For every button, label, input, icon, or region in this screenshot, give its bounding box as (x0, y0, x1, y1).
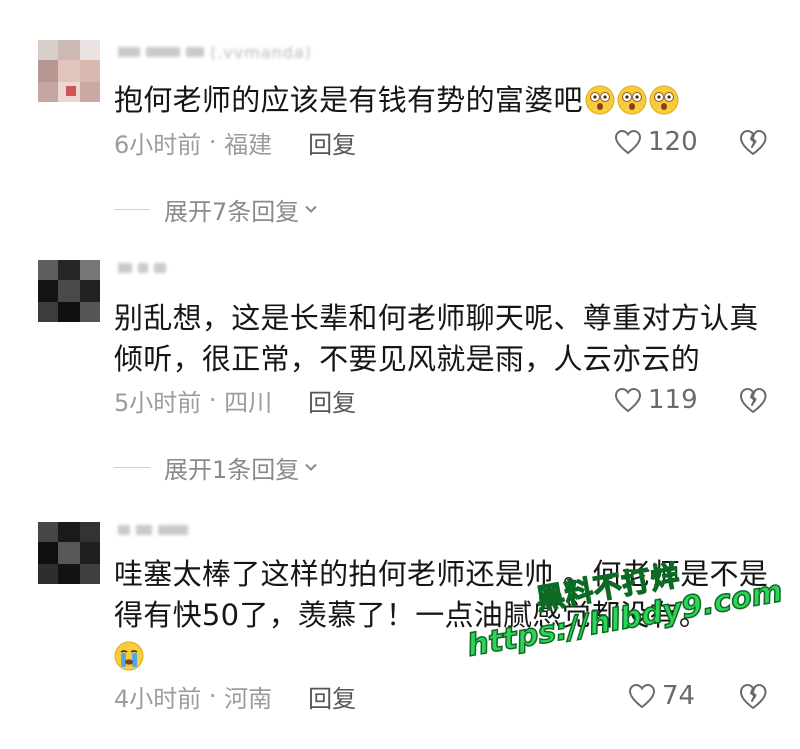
divider-line (114, 208, 150, 210)
expand-replies-button[interactable]: 展开7条回复 (114, 193, 319, 226)
divider-line (114, 466, 150, 468)
comment-meta: 4小时前 · 河南 回复 (114, 679, 356, 714)
like-count: 74 (662, 681, 696, 711)
heart-outline-icon (614, 129, 642, 155)
username[interactable] (118, 520, 188, 540)
comment-location: 四川 (224, 388, 273, 417)
meta-separator: · (201, 386, 225, 414)
shocked-face-emoji-icon (585, 85, 615, 115)
expand-label: 展开7条回复 (164, 197, 300, 226)
broken-heart-icon[interactable] (738, 681, 768, 711)
like-count: 119 (648, 385, 698, 415)
comment-item: 别乱想，这是长辈和何老师聊天呢、尊重对方认真倾听，很正常，不要见风就是雨，人云亦… (0, 240, 800, 500)
comment-meta: 5小时前 · 四川 回复 (114, 383, 356, 418)
like-count: 120 (648, 127, 698, 157)
comment-item: (.vvmanda) 抱何老师的应该是有钱有势的富婆吧 6小时前 · 福建 回复… (0, 0, 800, 240)
shocked-face-emoji-icon (617, 85, 647, 115)
meta-separator: · (201, 682, 225, 710)
heart-outline-icon (628, 683, 656, 709)
username[interactable]: (.vvmanda) (118, 42, 312, 62)
reply-button[interactable]: 回复 (308, 383, 356, 418)
comment-text: 哇塞太棒了这样的拍何老师还是帅 。何老师是不是得有快50了，羡慕了！一点油腻感觉… (114, 554, 774, 677)
expand-replies-button[interactable]: 展开1条回复 (114, 451, 319, 484)
broken-heart-icon[interactable] (738, 385, 768, 415)
chevron-down-icon (305, 205, 317, 213)
reply-button[interactable]: 回复 (308, 679, 356, 714)
comment-time: 5小时前 (114, 388, 202, 417)
comment-item: 哇塞太棒了这样的拍何老师还是帅 。何老师是不是得有快50了，羡慕了！一点油腻感觉… (0, 500, 800, 749)
comment-time: 6小时前 (114, 130, 202, 159)
like-button[interactable]: 119 (614, 384, 698, 416)
avatar[interactable] (38, 522, 100, 584)
crying-face-emoji-icon (114, 641, 144, 671)
avatar[interactable] (38, 260, 100, 322)
shocked-face-emoji-icon (649, 85, 679, 115)
comment-text: 别乱想，这是长辈和何老师聊天呢、尊重对方认真倾听，很正常，不要见风就是雨，人云亦… (114, 301, 759, 376)
username[interactable] (118, 258, 166, 278)
broken-heart-icon[interactable] (738, 127, 768, 157)
username-text: (.vvmanda) (210, 42, 312, 62)
comment-meta: 6小时前 · 福建 回复 (114, 125, 356, 160)
expand-label: 展开1条回复 (164, 455, 300, 484)
comment-time: 4小时前 (114, 684, 202, 713)
like-button[interactable]: 120 (614, 126, 698, 158)
heart-outline-icon (614, 387, 642, 413)
reply-button[interactable]: 回复 (308, 125, 356, 160)
comment-location: 河南 (224, 684, 273, 713)
chevron-down-icon (305, 463, 317, 471)
meta-separator: · (201, 128, 225, 156)
like-button[interactable]: 74 (628, 680, 695, 712)
comment-text: 抱何老师的应该是有钱有势的富婆吧 (114, 80, 774, 121)
avatar[interactable] (38, 40, 100, 102)
comment-location: 福建 (224, 130, 273, 159)
